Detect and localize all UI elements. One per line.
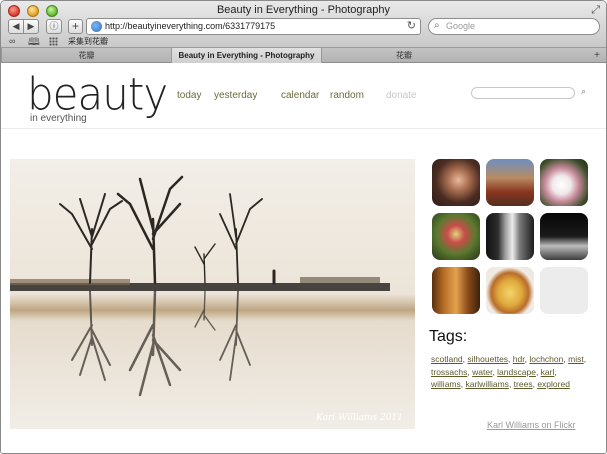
thumbnail-garden[interactable] bbox=[432, 213, 480, 260]
address-bar[interactable]: http://beautyineverything.com/6331779175… bbox=[86, 18, 421, 35]
tag-link[interactable]: williams bbox=[431, 379, 461, 389]
tag-link[interactable]: karl bbox=[541, 367, 555, 377]
chevron-right-icon: ▶ bbox=[27, 21, 35, 31]
tag-link[interactable]: trees bbox=[514, 379, 533, 389]
browser-toolbar: Beauty in Everything - Photography ⤢ ◀ ▶… bbox=[1, 1, 606, 48]
add-bookmark-button[interactable]: + bbox=[68, 19, 83, 34]
tab-huaban-2[interactable]: 花瓣 bbox=[321, 48, 486, 63]
nav-donate-link[interactable]: donate bbox=[386, 90, 417, 101]
thumbnail-autumn-forest[interactable] bbox=[432, 267, 480, 314]
tab-beauty-active[interactable]: Beauty in Everything - Photography bbox=[171, 48, 321, 63]
thumbnail-empty bbox=[540, 267, 588, 314]
thumbnail-subway[interactable] bbox=[540, 213, 588, 260]
chevron-left-icon: ◀ bbox=[12, 21, 20, 31]
tag-link[interactable]: karlwilliams bbox=[465, 379, 508, 389]
photo-illustration bbox=[10, 159, 415, 429]
back-button[interactable]: ◀ bbox=[8, 19, 24, 34]
bookmark-item[interactable]: 采集到花瓣 bbox=[68, 36, 108, 47]
tag-link[interactable]: silhouettes bbox=[467, 354, 508, 364]
flickr-profile-link[interactable]: Karl Williams on Flickr bbox=[487, 420, 576, 430]
tag-link[interactable]: lochchon bbox=[529, 354, 563, 364]
thumbnail-bowl[interactable] bbox=[486, 267, 534, 314]
tags-heading: Tags: bbox=[429, 328, 468, 345]
reading-list-icon[interactable]: ∞ bbox=[9, 36, 15, 46]
search-placeholder: Google bbox=[446, 21, 476, 31]
nav-calendar-link[interactable]: calendar bbox=[281, 90, 319, 101]
featured-photo[interactable]: Karl Williams 2011 bbox=[10, 159, 415, 429]
search-icon: ⌕ bbox=[434, 20, 440, 31]
reader-icon: ⓘ bbox=[49, 21, 59, 31]
tab-huaban-1[interactable]: 花瓣 bbox=[1, 48, 171, 63]
search-field[interactable]: ⌕ Google bbox=[428, 18, 600, 35]
top-sites-icon[interactable] bbox=[49, 37, 58, 46]
reload-icon[interactable]: ↻ bbox=[407, 19, 416, 32]
magnifier-icon[interactable]: ⌕ bbox=[581, 86, 586, 97]
tag-link[interactable]: mist bbox=[568, 354, 584, 364]
plus-icon: + bbox=[71, 19, 79, 33]
reader-button[interactable]: ⓘ bbox=[46, 19, 62, 34]
web-page: beauty in everything today yesterday cal… bbox=[1, 64, 606, 453]
tag-link[interactable]: landscape bbox=[497, 367, 536, 377]
thumbnail-flower[interactable] bbox=[540, 159, 588, 206]
browser-window: Beauty in Everything - Photography ⤢ ◀ ▶… bbox=[0, 0, 607, 454]
url-text[interactable]: http://beautyineverything.com/6331779175 bbox=[105, 21, 275, 31]
globe-icon bbox=[91, 21, 102, 32]
forward-button[interactable]: ▶ bbox=[23, 19, 39, 34]
nav-yesterday-link[interactable]: yesterday bbox=[214, 90, 257, 101]
thumbnail-coast[interactable] bbox=[486, 159, 534, 206]
tag-link[interactable]: water bbox=[472, 367, 492, 377]
resize-icon[interactable]: ⤢ bbox=[591, 4, 600, 17]
header-divider bbox=[1, 128, 606, 129]
bookmarks-bar: ∞ 🕮 采集到花瓣 bbox=[1, 36, 606, 48]
site-logo-subtitle: in everything bbox=[30, 113, 87, 124]
tag-link[interactable]: scotland bbox=[431, 354, 463, 364]
site-search-input[interactable] bbox=[471, 87, 575, 99]
window-title: Beauty in Everything - Photography bbox=[216, 4, 391, 16]
thumbnail-doorways[interactable] bbox=[486, 213, 534, 260]
thumbnail-portrait[interactable] bbox=[432, 159, 480, 206]
tab-bar: 花瓣 Beauty in Everything - Photography 花瓣… bbox=[1, 48, 606, 63]
new-tab-icon[interactable]: + bbox=[594, 48, 600, 63]
photo-credit: Karl Williams 2011 bbox=[315, 413, 403, 423]
tag-link[interactable]: trossachs bbox=[431, 367, 467, 377]
tag-link[interactable]: hdr bbox=[513, 354, 525, 364]
tags-list: scotland, silhouettes, hdr, lochchon, mi… bbox=[431, 354, 587, 389]
nav-random-link[interactable]: random bbox=[330, 90, 364, 101]
tag-link[interactable]: explored bbox=[537, 379, 570, 389]
nav-today-link[interactable]: today bbox=[177, 90, 201, 101]
